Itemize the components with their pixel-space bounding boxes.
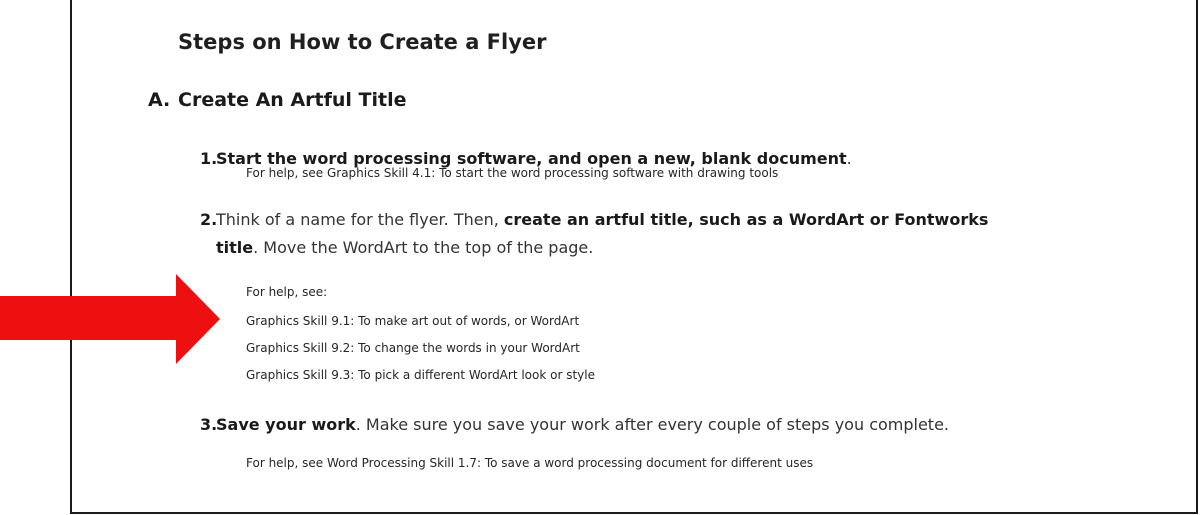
step-tail-text: . Move the WordArt to the top of the pag… xyxy=(253,238,594,257)
step-3: 3. Save your work. Make sure you save yo… xyxy=(200,411,1016,439)
help-item: Graphics Skill 9.2: To change the words … xyxy=(246,341,580,355)
step-number: 1. xyxy=(200,149,218,168)
step-tail-text: . Make sure you save your work after eve… xyxy=(355,415,950,434)
step-help: For help, see Word Processing Skill 1.7:… xyxy=(246,456,814,470)
help-item: Graphics Skill 9.3: To pick a different … xyxy=(246,368,595,382)
step-lead-text: Think of a name for the flyer. Then, xyxy=(216,210,499,229)
step-number: 2. xyxy=(200,210,218,229)
help-item: Graphics Skill 9.1: To make art out of w… xyxy=(246,314,580,328)
page-title: Steps on How to Create a Flyer xyxy=(178,30,547,54)
step-number: 3. xyxy=(200,415,218,434)
red-arrow-icon xyxy=(0,274,220,364)
section-heading-text: Create An Artful Title xyxy=(178,89,407,111)
step-help-intro: For help, see: xyxy=(246,285,328,299)
step-text: Save your work. Make sure you save your … xyxy=(216,411,1016,439)
help-list: Graphics Skill 9.1: To make art out of w… xyxy=(246,308,595,389)
step-text: Think of a name for the flyer. Then, cre… xyxy=(216,206,1016,262)
step-2: 2. Think of a name for the flyer. Then, … xyxy=(200,206,1016,262)
arrow-shape xyxy=(0,274,220,364)
step-tail-text: . xyxy=(846,149,852,168)
step-help: For help, see Graphics Skill 4.1: To sta… xyxy=(246,166,779,180)
section-heading: A. Create An Artful Title xyxy=(148,89,406,111)
section-letter: A. xyxy=(148,89,171,111)
step-bold-text: Save your work xyxy=(216,415,356,434)
